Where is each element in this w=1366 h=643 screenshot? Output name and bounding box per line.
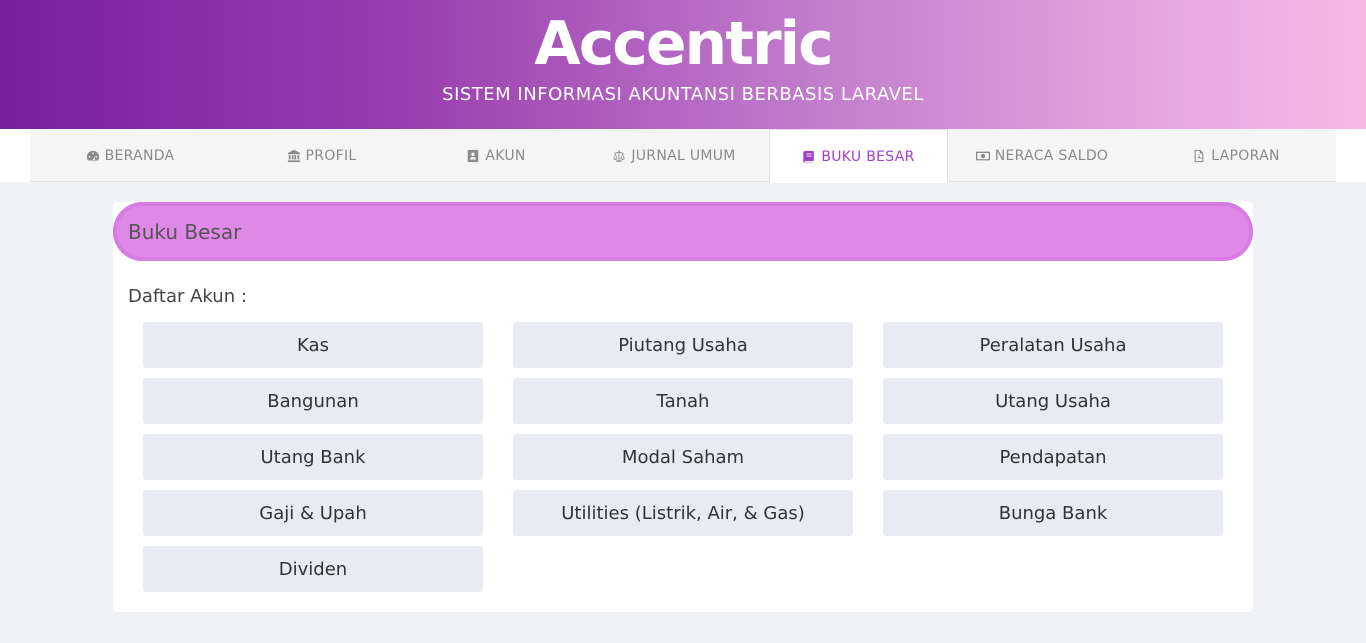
account-button-bunga-bank[interactable]: Bunga Bank (883, 490, 1223, 536)
dashboard-icon (86, 150, 99, 161)
main-navigation: BERANDA PROFIL AKUN JURNAL UMUM BUKU BES… (30, 129, 1336, 183)
nav-item-profil[interactable]: PROFIL (230, 129, 413, 182)
nav-label: AKUN (485, 147, 526, 164)
contact-book-icon (468, 149, 479, 162)
main-navigation-bar: BERANDA PROFIL AKUN JURNAL UMUM BUKU BES… (0, 129, 1366, 183)
account-button-tanah[interactable]: Tanah (513, 378, 853, 424)
ledger-card: Buku Besar Daftar Akun : Kas Piutang Usa… (113, 202, 1253, 612)
money-icon (975, 151, 990, 160)
nav-item-beranda[interactable]: BERANDA (30, 129, 230, 182)
nav-label: LAPORAN (1211, 147, 1280, 164)
account-button-piutang-usaha[interactable]: Piutang Usaha (513, 322, 853, 368)
account-button-peralatan-usaha[interactable]: Peralatan Usaha (883, 322, 1223, 368)
bank-icon (287, 149, 300, 162)
nav-label: PROFIL (305, 147, 357, 164)
nav-item-neraca-saldo[interactable]: NERACA SALDO (948, 129, 1136, 182)
site-subtitle: SISTEM INFORMASI AKUNTANSI BERBASIS LARA… (442, 84, 924, 105)
account-button-pendapatan[interactable]: Pendapatan (883, 434, 1223, 480)
account-list-label: Daftar Akun : (128, 286, 247, 307)
account-list: Kas Piutang Usaha Peralatan Usaha Bangun… (143, 322, 1223, 592)
account-button-bangunan[interactable]: Bangunan (143, 378, 483, 424)
nav-item-laporan[interactable]: LAPORAN (1136, 129, 1336, 182)
nav-label: JURNAL UMUM (631, 147, 736, 164)
site-title: Accentric (534, 9, 833, 79)
nav-item-jurnal-umum[interactable]: JURNAL UMUM (579, 129, 769, 182)
account-button-utang-usaha[interactable]: Utang Usaha (883, 378, 1223, 424)
nav-item-akun[interactable]: AKUN (413, 129, 579, 182)
site-header: Accentric SISTEM INFORMASI AKUNTANSI BER… (0, 0, 1366, 129)
nav-label: NERACA SALDO (994, 147, 1109, 164)
nav-item-buku-besar[interactable]: BUKU BESAR (769, 129, 948, 183)
account-button-utilities[interactable]: Utilities (Listrik, Air, & Gas) (513, 490, 853, 536)
account-button-modal-saham[interactable]: Modal Saham (513, 434, 853, 480)
book-icon (803, 150, 815, 163)
account-button-utang-bank[interactable]: Utang Bank (143, 434, 483, 480)
nav-label: BUKU BESAR (821, 148, 915, 165)
nav-label: BERANDA (104, 147, 175, 164)
account-button-gaji-upah[interactable]: Gaji & Upah (143, 490, 483, 536)
balance-scale-icon (613, 149, 625, 162)
account-button-dividen[interactable]: Dividen (143, 546, 483, 592)
card-header: Buku Besar (113, 202, 1253, 261)
account-button-kas[interactable]: Kas (143, 322, 483, 368)
pdf-file-icon (1194, 149, 1204, 162)
